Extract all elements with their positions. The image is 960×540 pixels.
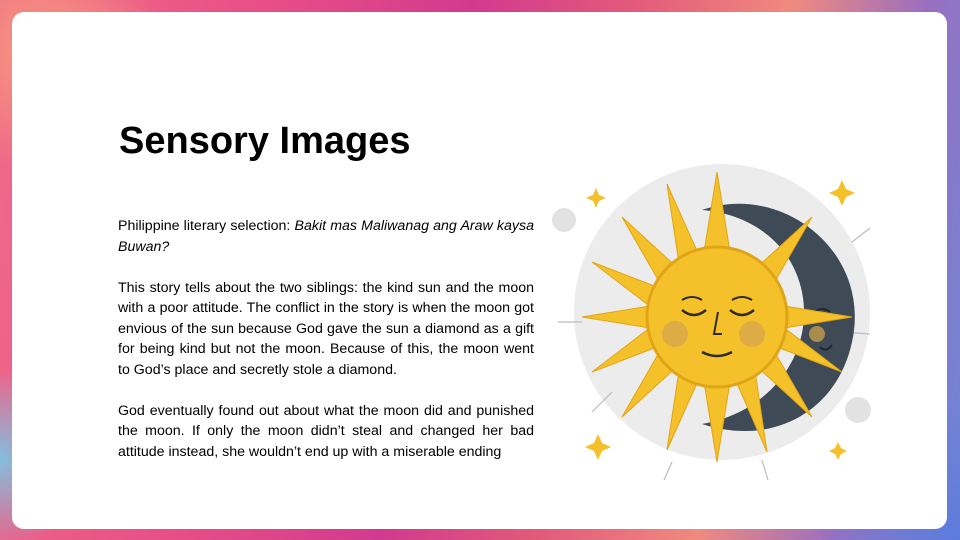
slide-card: Sensory Images Philippine literary selec… — [12, 12, 947, 529]
sun-face — [645, 245, 789, 389]
halo-dot-left — [552, 208, 576, 232]
sun-and-moon-icon — [552, 164, 871, 481]
intro-label: Philippine literary selection: — [118, 218, 291, 234]
summary-paragraph-1: This story tells about the two siblings:… — [118, 279, 534, 378]
slide-title: Sensory Images — [119, 120, 411, 162]
slide-body: Philippine literary selection: Bakit mas… — [118, 216, 534, 483]
halo-dot-right — [845, 397, 871, 423]
summary-paragraph-2: God eventually found out about what the … — [118, 402, 534, 460]
intro-paragraph: Philippine literary selection: Bakit mas… — [118, 216, 534, 257]
